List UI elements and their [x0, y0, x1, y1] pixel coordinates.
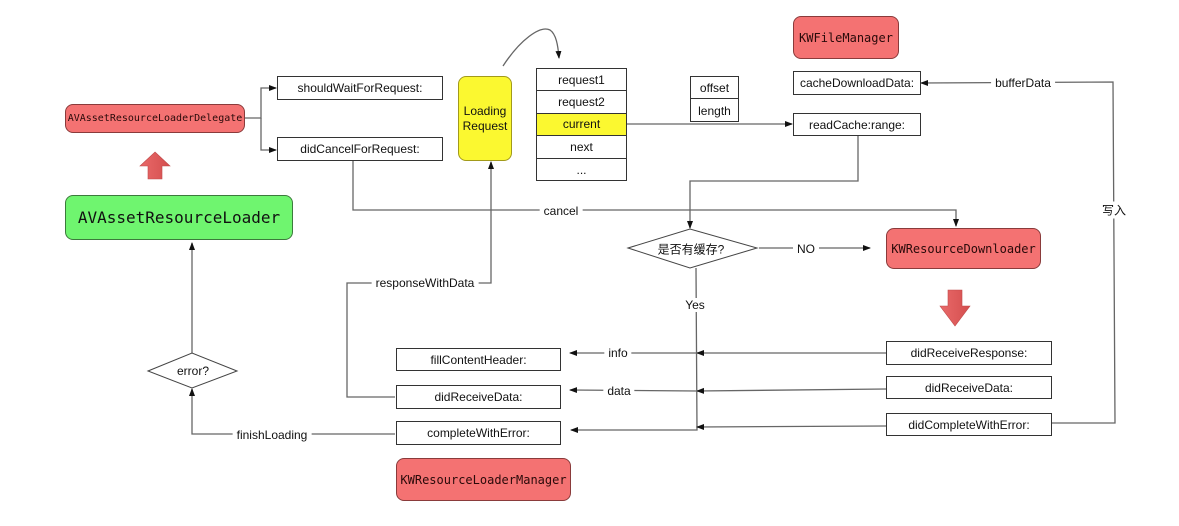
- loader-manager-node: KWResourceLoaderManager: [396, 458, 571, 501]
- cache-download-node: cacheDownloadData:: [793, 71, 921, 95]
- edge-readcache-to-hascache: [687, 136, 859, 229]
- info-label: info: [604, 346, 632, 360]
- queue-item: next: [537, 136, 626, 159]
- delegate-node: AVAssetResourceLoaderDelegate: [65, 104, 245, 133]
- queue-item: ...: [576, 162, 587, 177]
- loading-request-node: Loading Request: [458, 76, 512, 161]
- dl-did-receive-data-node: didReceiveData:: [886, 376, 1052, 399]
- edge-yes: [570, 267, 698, 433]
- range-length: length: [698, 103, 731, 118]
- did-cancel-node: didCancelForRequest:: [277, 137, 443, 161]
- queue-item: request2: [537, 91, 626, 114]
- buffer-data-label: bufferData: [991, 76, 1055, 90]
- error-check-label: error?: [176, 364, 210, 378]
- range-offset: offset: [691, 77, 738, 100]
- edge-data: [696, 387, 887, 394]
- flow-down-arrow-icon: [939, 289, 971, 327]
- did-complete-with-error-node: didCompleteWithError:: [886, 413, 1052, 436]
- should-wait-node: shouldWaitForRequest:: [277, 76, 443, 100]
- write-label: 写入: [1097, 201, 1131, 219]
- did-receive-response-node: didReceiveResponse:: [886, 341, 1052, 365]
- no-label: NO: [793, 242, 819, 256]
- response-with-data-label: responseWithData: [371, 276, 479, 290]
- queue-item-current: current: [537, 113, 626, 137]
- fill-content-header-node: fillContentHeader:: [396, 348, 561, 371]
- loader-node: AVAssetResourceLoader: [65, 195, 293, 240]
- downloader-node: KWResourceDownloader: [886, 228, 1041, 269]
- request-queue: request1 request2 current next ...: [536, 68, 627, 181]
- inherits-up-arrow-icon: [139, 151, 171, 180]
- file-manager-node: KWFileManager: [793, 16, 899, 59]
- has-cache-label: 是否有缓存?: [657, 242, 725, 257]
- finish-loading-label: finishLoading: [232, 428, 312, 442]
- loading-request-label: Loading Request: [462, 103, 508, 133]
- queue-item: request1: [537, 69, 626, 92]
- complete-with-error-node: completeWithError:: [396, 421, 561, 445]
- cancel-label: cancel: [539, 204, 583, 218]
- edge-cancel: [352, 161, 959, 227]
- range-fields: offset length: [690, 76, 739, 122]
- edge-complete: [696, 423, 887, 430]
- mgr-did-receive-data-node: didReceiveData:: [396, 385, 561, 409]
- edge-loading-to-queue: [502, 28, 562, 67]
- data-label: data: [603, 384, 635, 398]
- yes-label: Yes: [681, 298, 709, 312]
- read-cache-node: readCache:range:: [793, 113, 921, 136]
- edge-delegate-should-wait: [245, 85, 277, 119]
- edge-delegate-did-cancel: [260, 118, 277, 153]
